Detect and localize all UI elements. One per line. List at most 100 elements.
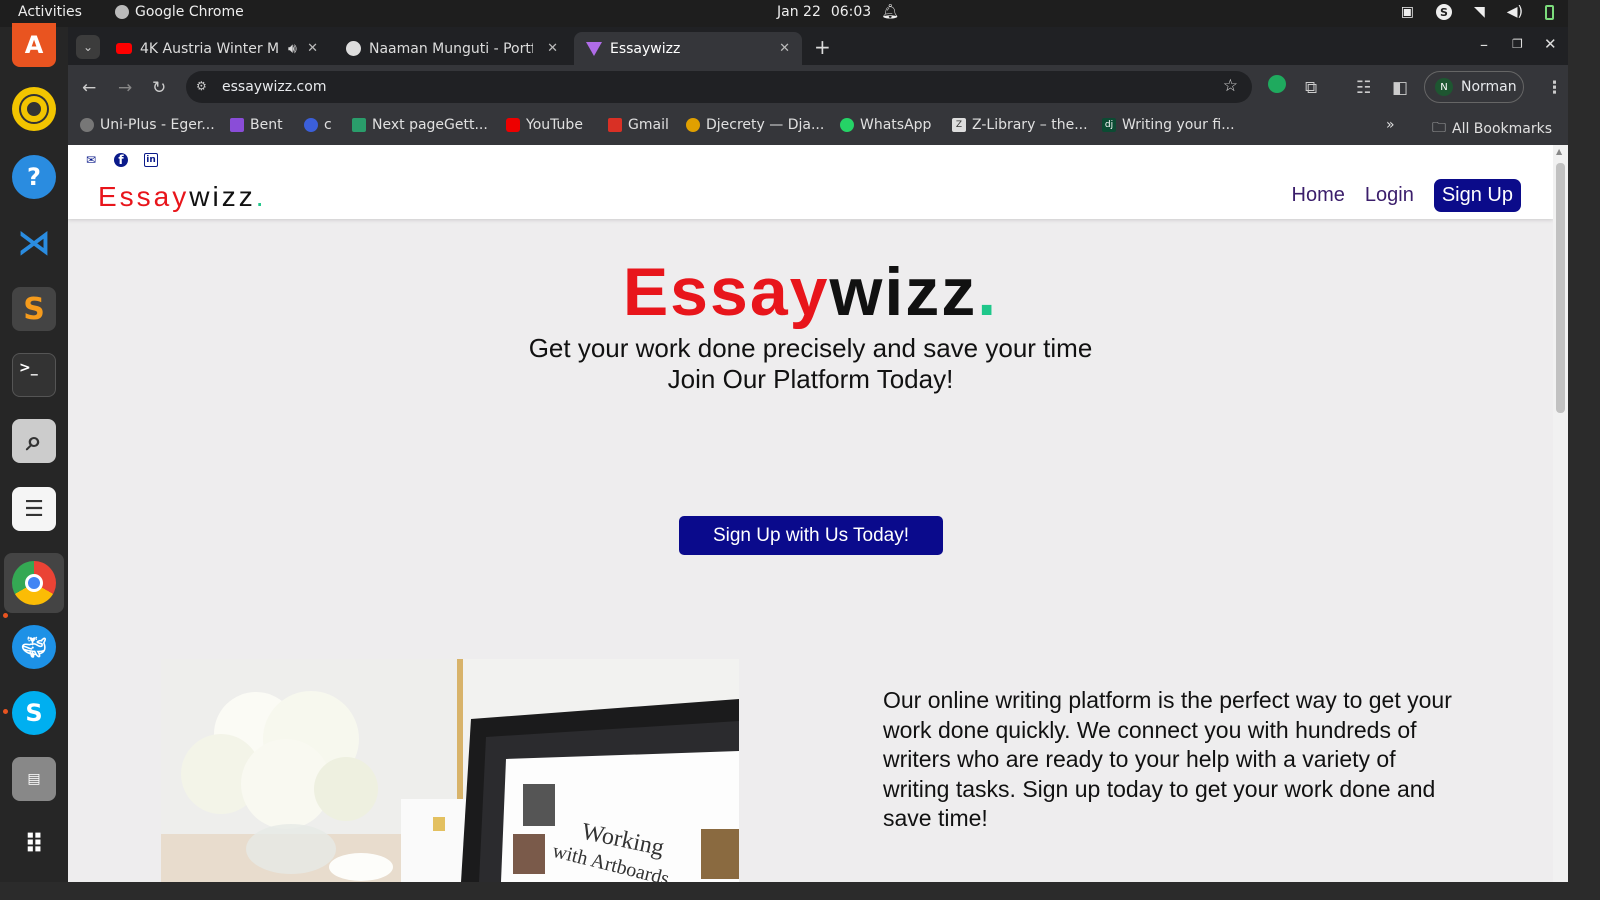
close-tab-icon[interactable]: ✕ bbox=[547, 41, 558, 56]
scrollbar-thumb[interactable] bbox=[1556, 163, 1565, 413]
alien-icon bbox=[346, 41, 361, 56]
bookmark-label: Gmail bbox=[628, 117, 669, 133]
chrome-dock-icon[interactable] bbox=[4, 553, 64, 613]
url-text: essaywizz.com bbox=[222, 79, 327, 95]
tab-essaywizz[interactable]: Essaywizz ✕ bbox=[574, 32, 802, 65]
profile-name: Norman bbox=[1461, 79, 1517, 95]
profile-button[interactable]: N Norman bbox=[1424, 71, 1524, 103]
docker-icon[interactable]: 🐳︎ bbox=[12, 625, 56, 669]
linkedin-icon[interactable]: in bbox=[144, 153, 158, 167]
hero-title-wizz: wizz bbox=[829, 254, 978, 330]
reload-icon[interactable]: ↻ bbox=[152, 78, 166, 98]
bookmark-item[interactable]: dj Writing your fi... bbox=[1102, 117, 1235, 133]
bookmark-item[interactable]: Next pageGett... bbox=[352, 117, 488, 133]
bookmark-label: Bent bbox=[250, 117, 283, 133]
all-bookmarks-label: All Bookmarks bbox=[1452, 121, 1553, 137]
system-tray[interactable]: ▣ S ◥ ◀) bbox=[1401, 4, 1554, 20]
bookmark-item[interactable]: Z Z-Library – the... bbox=[952, 117, 1088, 133]
close-tab-icon[interactable]: ✕ bbox=[779, 41, 790, 56]
vite-icon bbox=[230, 118, 244, 132]
signup-cta-button[interactable]: Sign Up with Us Today! bbox=[679, 516, 943, 555]
rhythmbox-icon[interactable] bbox=[12, 87, 56, 131]
vscode-icon[interactable]: ⋊ bbox=[12, 221, 56, 265]
activities-button[interactable]: Activities bbox=[18, 4, 82, 20]
youtube-icon bbox=[506, 118, 520, 132]
key-icon bbox=[686, 118, 700, 132]
browser-window: ⌄ 4K Austria Winter Mi 🔊︎ ✕ Naaman Mungu… bbox=[68, 27, 1568, 882]
extension-sync-icon[interactable] bbox=[1268, 75, 1286, 93]
files-icon[interactable]: ▤ bbox=[12, 757, 56, 801]
side-panel-icon[interactable]: ◧ bbox=[1392, 78, 1408, 98]
skype-icon[interactable]: S bbox=[12, 691, 56, 735]
bookmark-item[interactable]: WhatsApp bbox=[840, 117, 931, 133]
skype-tray-icon: S bbox=[1435, 4, 1452, 20]
all-bookmarks[interactable]: 🗀︎ All Bookmarks bbox=[1432, 117, 1552, 141]
maximize-icon[interactable]: ❐ bbox=[1512, 37, 1523, 51]
site-header: ✉ f in Essaywizz. Home Login Sign Up bbox=[68, 145, 1553, 219]
sublime-text-icon[interactable]: S bbox=[12, 287, 56, 331]
link-icon bbox=[304, 118, 318, 132]
youtube-icon bbox=[116, 43, 132, 54]
nav-signup-button[interactable]: Sign Up bbox=[1433, 179, 1521, 212]
close-tab-icon[interactable]: ✕ bbox=[307, 41, 318, 56]
back-icon[interactable]: ← bbox=[82, 78, 96, 98]
extensions-icon[interactable]: ⧉ bbox=[1305, 78, 1317, 98]
tab-search-button[interactable]: ⌄ bbox=[76, 35, 100, 59]
folder-icon: 🗀︎ bbox=[1432, 120, 1446, 136]
clock[interactable]: Jan 22 06:03 🔔︎ bbox=[777, 4, 899, 20]
bookmark-item[interactable]: Gmail bbox=[608, 117, 669, 133]
menu-icon[interactable]: ⋮ bbox=[1546, 78, 1563, 98]
bookmark-label: WhatsApp bbox=[860, 117, 932, 133]
date-label: Jan 22 bbox=[777, 4, 821, 20]
bookmark-label: Writing your fi... bbox=[1122, 117, 1235, 133]
tab-strip: ⌄ 4K Austria Winter Mi 🔊︎ ✕ Naaman Mungu… bbox=[68, 27, 1568, 65]
show-apps-icon[interactable]: ⠿ bbox=[12, 823, 56, 867]
software-center-icon[interactable]: A bbox=[12, 23, 56, 67]
logo-part-wizz: wizz bbox=[189, 181, 256, 212]
media-icon[interactable]: ☷ bbox=[1356, 78, 1371, 98]
new-tab-button[interactable]: + bbox=[814, 35, 831, 59]
document-viewer-icon[interactable]: ☰ bbox=[12, 487, 56, 531]
tab-youtube[interactable]: 4K Austria Winter Mi 🔊︎ ✕ bbox=[104, 32, 330, 65]
tab-title: Essaywizz bbox=[610, 40, 681, 57]
docker-tray-icon: ▣ bbox=[1400, 4, 1414, 20]
scroll-up-icon[interactable]: ▲ bbox=[1556, 147, 1562, 156]
bookmark-item[interactable]: Bent bbox=[230, 117, 283, 133]
vue-icon bbox=[352, 118, 366, 132]
bookmark-star-icon[interactable]: ☆ bbox=[1223, 76, 1238, 96]
about-paragraph: Our online writing platform is the perfe… bbox=[883, 687, 1452, 831]
bookmark-label: Next pageGett... bbox=[372, 117, 488, 133]
app-name: Google Chrome bbox=[135, 4, 244, 20]
wifi-icon: ◥ bbox=[1473, 4, 1485, 20]
more-bookmarks-icon[interactable]: » bbox=[1386, 117, 1395, 133]
facebook-icon[interactable]: f bbox=[114, 153, 128, 167]
address-bar[interactable]: ⚙ essaywizz.com ☆ bbox=[186, 71, 1252, 103]
tab-portfolio[interactable]: Naaman Munguti - Portf ✕ bbox=[334, 32, 570, 65]
app-menu[interactable]: Google Chrome bbox=[115, 4, 244, 20]
bookmark-item[interactable]: Djecrety — Dja... bbox=[686, 117, 824, 133]
django-icon: dj bbox=[1102, 118, 1116, 132]
email-icon[interactable]: ✉ bbox=[84, 153, 98, 167]
search-tool-icon[interactable]: ⌕ bbox=[12, 419, 56, 463]
time-label: 06:03 bbox=[830, 4, 872, 20]
dock: A ? ⋊ S >_ ⌕ ☰ 🐳︎ S ▤ ⠿ bbox=[0, 23, 68, 882]
volume-icon: ◀) bbox=[1506, 4, 1523, 20]
forward-icon[interactable]: → bbox=[118, 78, 132, 98]
terminal-icon[interactable]: >_ bbox=[12, 353, 56, 397]
site-info-icon[interactable]: ⚙ bbox=[196, 79, 207, 93]
nav-login-link[interactable]: Login bbox=[1365, 184, 1414, 207]
help-icon[interactable]: ? bbox=[12, 155, 56, 199]
system-top-bar: Activities Google Chrome Jan 22 06:03 🔔︎… bbox=[0, 0, 1568, 27]
bookmark-item[interactable]: YouTube bbox=[506, 117, 583, 133]
close-window-icon[interactable]: ✕ bbox=[1544, 35, 1557, 53]
hero-photo: Working with Artboards bbox=[161, 659, 739, 882]
page-scrollbar[interactable]: ▲ bbox=[1553, 145, 1568, 882]
bookmarks-bar: Uni-Plus - Eger... Bent c Next pageGett.… bbox=[68, 109, 1568, 145]
site-logo[interactable]: Essaywizz. bbox=[98, 181, 266, 213]
minimize-icon[interactable]: – bbox=[1480, 35, 1488, 54]
nav-home-link[interactable]: Home bbox=[1292, 184, 1345, 207]
bookmark-item[interactable]: Uni-Plus - Eger... bbox=[80, 117, 215, 133]
battery-icon bbox=[1545, 4, 1554, 20]
bookmark-item[interactable]: c bbox=[304, 117, 332, 133]
bookmark-label: c bbox=[324, 117, 332, 133]
